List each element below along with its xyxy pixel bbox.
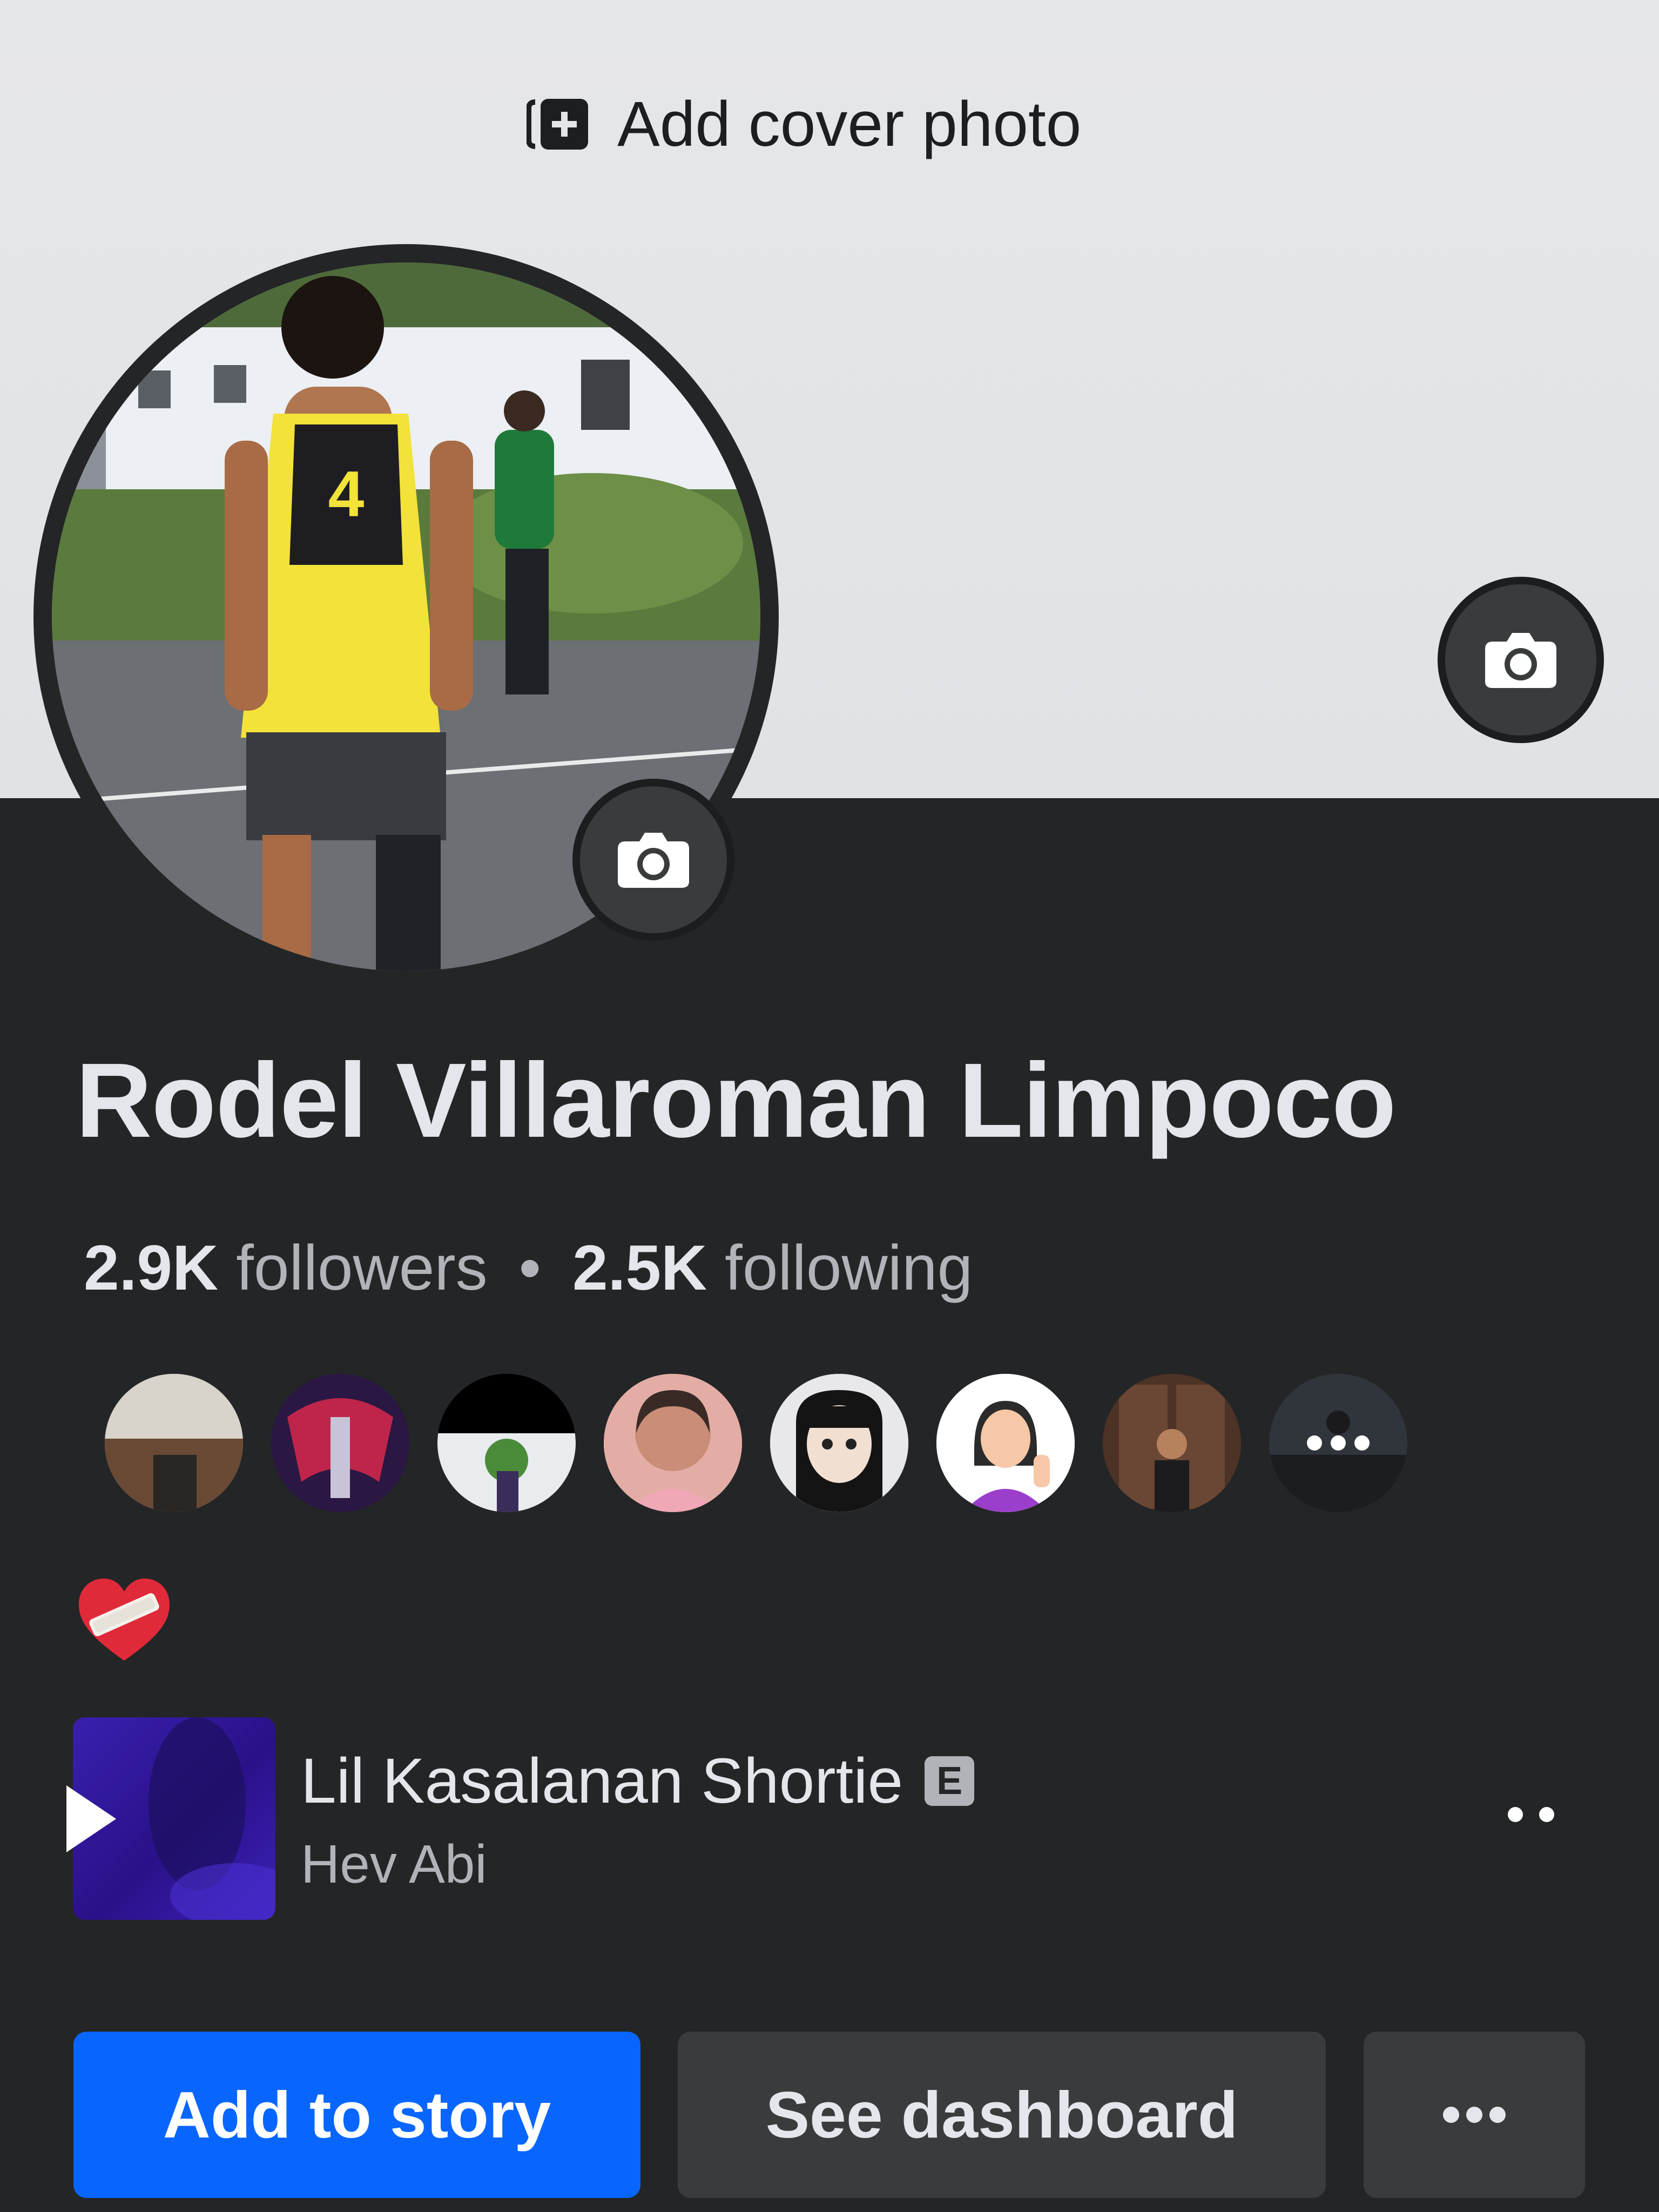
edit-profile-picture-camera-button[interactable] [572, 779, 734, 941]
friend-avatar[interactable] [268, 1371, 413, 1515]
add-photo-icon [527, 99, 588, 150]
music-more-button[interactable] [1477, 1761, 1585, 1869]
friend-avatar[interactable] [1100, 1371, 1244, 1515]
song-artist: Hev Abi [301, 1834, 487, 1894]
friends-avatar-row [102, 1371, 1411, 1515]
camera-icon [618, 833, 689, 888]
following-label: following [725, 1232, 973, 1304]
song-title: Lil Kasalanan Shortie E [301, 1744, 975, 1818]
more-dots-icon [1307, 1435, 1370, 1451]
song-title-text: Lil Kasalanan Shortie [301, 1745, 903, 1817]
followers-label: followers [236, 1232, 488, 1304]
profile-name: Rodel Villaroman Limpoco [76, 1041, 1397, 1159]
friend-avatar-more[interactable] [1266, 1371, 1411, 1515]
follow-stats: 2.9K followers • 2.5K following [84, 1231, 973, 1305]
more-dots-icon [1443, 2107, 1506, 2123]
profile-more-button[interactable] [1364, 2032, 1585, 2198]
friend-avatar[interactable] [933, 1371, 1078, 1515]
camera-icon [1485, 633, 1556, 688]
followers-link[interactable]: 2.9K followers [84, 1231, 488, 1305]
mending-heart-emoji [79, 1579, 170, 1661]
see-dashboard-button[interactable]: See dashboard [678, 2032, 1326, 2198]
explicit-badge: E [925, 1756, 975, 1806]
friend-avatar[interactable] [102, 1371, 246, 1515]
friend-avatar[interactable] [767, 1371, 912, 1515]
play-icon[interactable] [62, 1781, 122, 1857]
add-to-story-button[interactable]: Add to story [73, 2032, 640, 2198]
edit-cover-camera-button[interactable] [1438, 577, 1604, 743]
following-link[interactable]: 2.5K following [572, 1231, 973, 1305]
friend-avatar[interactable] [434, 1371, 579, 1515]
followers-count: 2.9K [84, 1232, 219, 1304]
following-count: 2.5K [572, 1232, 707, 1304]
svg-text:4: 4 [328, 458, 365, 530]
stats-separator: • [518, 1232, 541, 1304]
add-cover-photo-label: Add cover photo [617, 89, 1082, 160]
friend-avatar[interactable] [601, 1371, 745, 1515]
more-dots-icon [1508, 1807, 1554, 1822]
add-cover-photo-button[interactable]: Add cover photo [527, 81, 1081, 167]
profile-music-row[interactable]: Lil Kasalanan Shortie E Hev Abi [66, 1717, 1596, 1923]
